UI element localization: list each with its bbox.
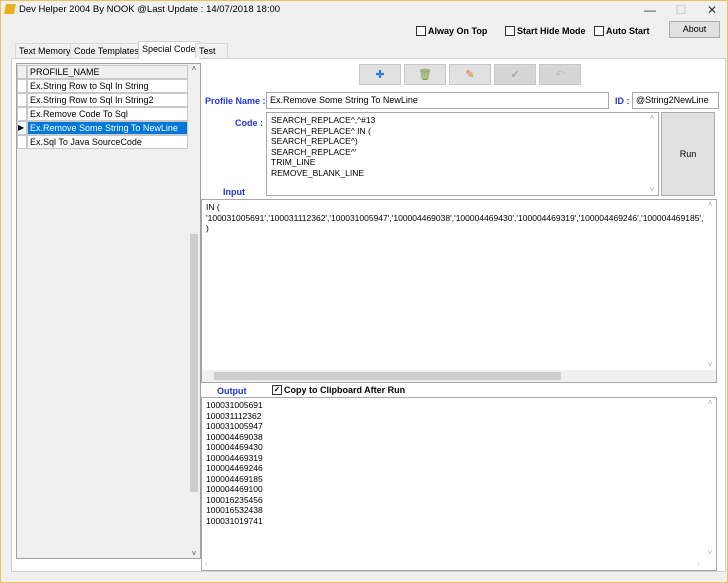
- maximize-button[interactable]: ☐: [664, 1, 698, 19]
- current-row-arrow-icon: ▶: [17, 121, 27, 135]
- checkbox-box: [505, 26, 515, 36]
- code-text: SEARCH_REPLACE^,^#13 SEARCH_REPLACE^ IN …: [271, 115, 376, 178]
- profile-name-label: Profile Name :: [205, 96, 266, 106]
- row-header: [17, 107, 27, 121]
- profile-grid[interactable]: PROFILE_NAME Ex.String Row to Sql In Str…: [16, 63, 201, 559]
- tab-text-memory[interactable]: Text Memory: [15, 43, 75, 58]
- tab-test[interactable]: Test: [195, 43, 228, 58]
- output-textarea[interactable]: 100031005691 100031112362 100031005947 1…: [201, 397, 717, 571]
- row-cell: Ex.Remove Code To Sql: [27, 107, 188, 121]
- run-button[interactable]: Run: [661, 112, 715, 196]
- input-label: Input: [223, 187, 245, 197]
- delete-button[interactable]: 🗑: [404, 64, 446, 85]
- edit-button[interactable]: ✎: [449, 64, 491, 85]
- start-hide-mode-checkbox[interactable]: Start Hide Mode: [505, 26, 586, 36]
- grid-vertical-scrollbar[interactable]: ˄ ˅: [188, 64, 200, 558]
- add-button[interactable]: ✚: [359, 64, 401, 85]
- output-horizontal-scrollbar[interactable]: ‹ ›: [202, 558, 716, 570]
- checkbox-box: [416, 26, 426, 36]
- profile-name-input[interactable]: Ex.Remove Some String To NewLine: [266, 92, 609, 109]
- code-label: Code :: [235, 118, 263, 128]
- row-cell: Ex.String Row to Sql In String: [27, 79, 188, 93]
- code-scrollbar[interactable]: ˄ ˅: [646, 113, 658, 195]
- app-icon: [4, 4, 16, 14]
- minimize-button[interactable]: —: [633, 1, 667, 19]
- column-header-profile-name[interactable]: PROFILE_NAME: [27, 65, 188, 79]
- table-row[interactable]: Ex.String Row to Sql In String: [17, 79, 188, 93]
- table-row-selected[interactable]: ▶ Ex.Remove Some String To NewLine: [17, 121, 188, 135]
- input-vertical-scrollbar[interactable]: ˄ ˅: [704, 200, 716, 370]
- id-label: ID :: [615, 96, 630, 106]
- about-button[interactable]: About: [669, 21, 720, 38]
- row-cell: Ex.Remove Some String To NewLine: [27, 121, 188, 135]
- input-horizontal-scrollbar[interactable]: ‹ ›: [202, 370, 716, 382]
- output-label: Output: [217, 386, 247, 396]
- row-header: [17, 79, 27, 93]
- tab-code-templates[interactable]: Code Templates: [70, 43, 143, 58]
- scroll-thumb[interactable]: [190, 234, 198, 492]
- window-title: Dev Helper 2004 By NOOK @Last Update : 1…: [19, 4, 281, 15]
- always-on-top-checkbox[interactable]: Alway On Top: [416, 26, 487, 36]
- scroll-thumb[interactable]: [214, 372, 561, 380]
- undo-button[interactable]: ↶: [539, 64, 581, 85]
- close-button[interactable]: ✕: [695, 1, 728, 19]
- auto-start-checkbox[interactable]: Auto Start: [594, 26, 650, 36]
- output-text: 100031005691 100031112362 100031005947 1…: [206, 400, 263, 526]
- code-textarea[interactable]: SEARCH_REPLACE^,^#13 SEARCH_REPLACE^ IN …: [266, 112, 659, 196]
- row-header: [17, 93, 27, 107]
- scroll-left-icon[interactable]: ‹: [205, 381, 208, 383]
- input-text: IN ( '100031005691','100031112362','1000…: [206, 202, 717, 233]
- table-row[interactable]: Ex.Remove Code To Sql: [17, 107, 188, 121]
- id-input[interactable]: @String2NewLine: [632, 92, 719, 109]
- input-textarea[interactable]: IN ( '100031005691','100031112362','1000…: [201, 199, 717, 383]
- table-row[interactable]: Ex.Sql To Java SourceCode: [17, 135, 188, 149]
- scroll-up-icon[interactable]: ˄: [188, 64, 200, 73]
- row-header: [17, 135, 27, 149]
- table-row[interactable]: Ex.String Row to Sql In String2: [17, 93, 188, 107]
- row-cell: Ex.Sql To Java SourceCode: [27, 135, 188, 149]
- copy-clipboard-checkbox[interactable]: ✓ Copy to Clipboard After Run: [272, 385, 405, 395]
- copy-clipboard-label: Copy to Clipboard After Run: [284, 385, 406, 395]
- checkbox-box: [594, 26, 604, 36]
- always-on-top-label: Alway On Top: [428, 26, 488, 36]
- output-vertical-scrollbar[interactable]: ˄ ˅: [704, 398, 716, 558]
- scroll-down-icon[interactable]: ˅: [188, 549, 200, 558]
- checkmark-icon: ✓: [272, 385, 282, 395]
- tab-special-code[interactable]: Special Code: [138, 41, 200, 59]
- auto-start-label: Auto Start: [606, 26, 650, 36]
- start-hide-mode-label: Start Hide Mode: [517, 26, 586, 36]
- grid-header: PROFILE_NAME: [17, 65, 188, 79]
- row-cell: Ex.String Row to Sql In String2: [27, 93, 188, 107]
- save-button[interactable]: ✔: [494, 64, 536, 85]
